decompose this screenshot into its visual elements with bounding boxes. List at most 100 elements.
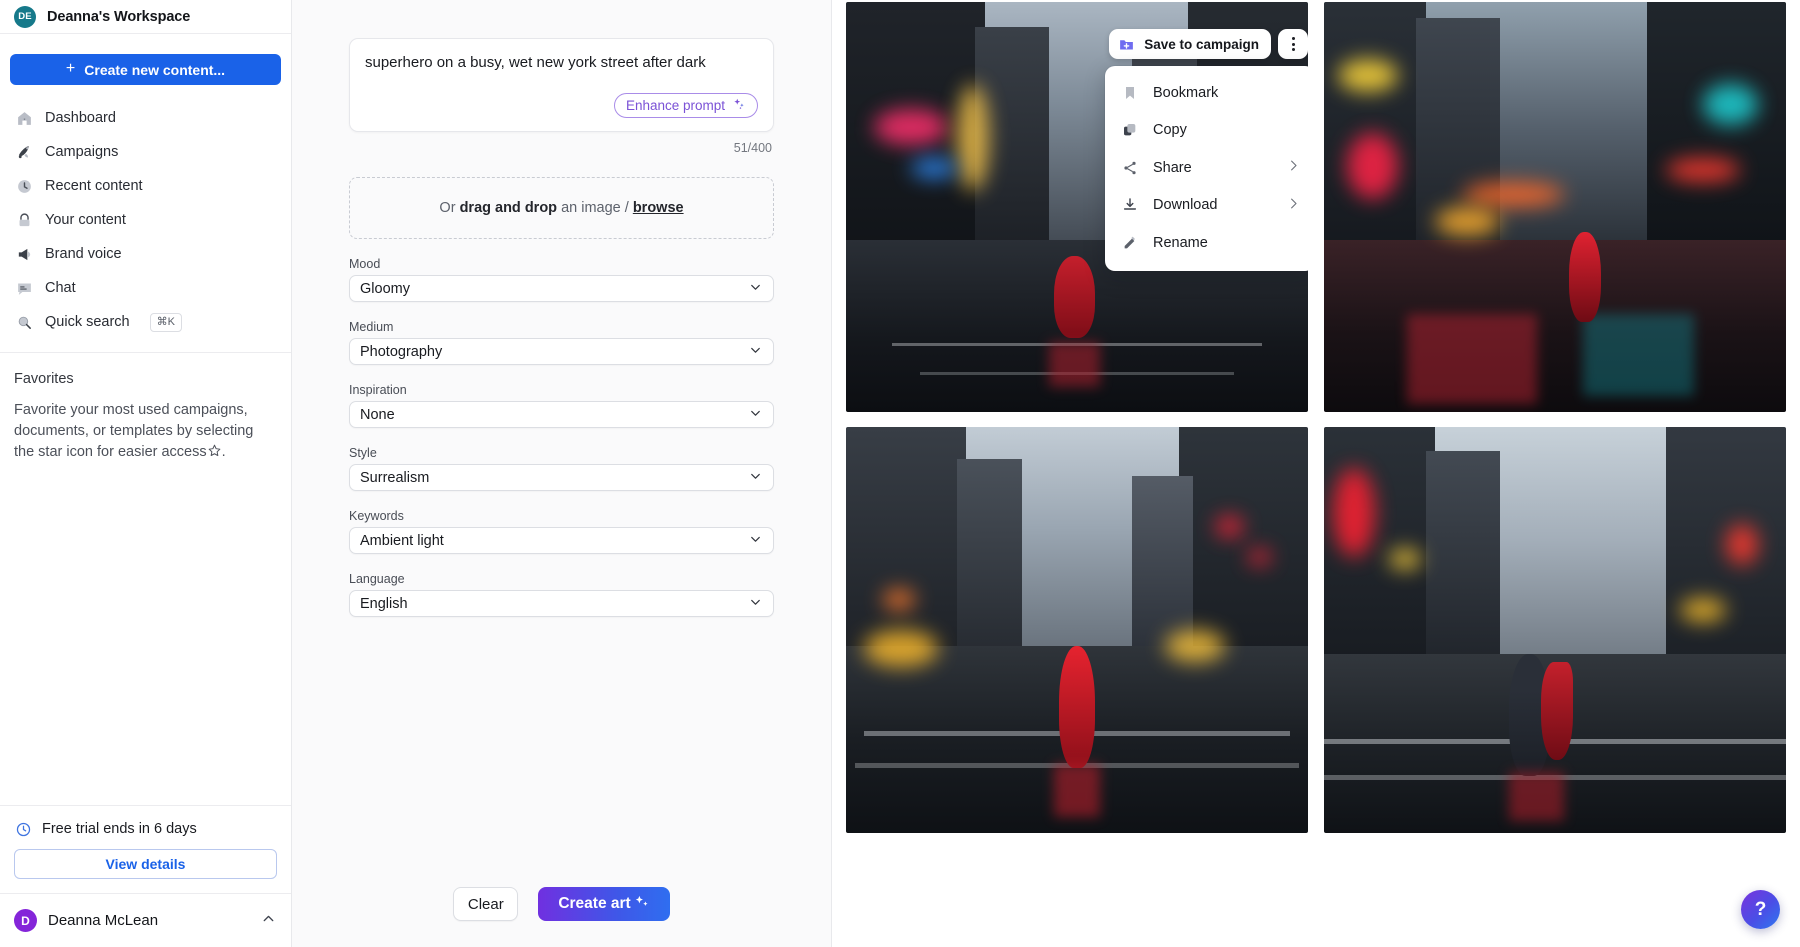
sidebar-item-label: Your content: [45, 212, 126, 228]
chevron-right-icon: [1286, 158, 1301, 177]
download-icon: [1121, 196, 1139, 214]
image-art: [846, 427, 1308, 833]
composer-form: superhero on a busy, wet new york street…: [292, 0, 831, 617]
kebab-dot: [1292, 48, 1295, 51]
sidebar-item-quick-search[interactable]: Quick search ⌘K: [0, 305, 291, 339]
generated-image-1[interactable]: Save to campaign Bookmark: [846, 2, 1308, 412]
keywords-value: Ambient light: [360, 533, 444, 549]
save-to-campaign-button[interactable]: Save to campaign: [1109, 29, 1271, 59]
bookmark-icon: [1121, 84, 1139, 102]
sidebar-item-chat[interactable]: Chat: [0, 271, 291, 305]
campaigns-icon: [15, 143, 33, 161]
create-art-button[interactable]: Create art: [538, 887, 669, 921]
sidebar-item-recent-content[interactable]: Recent content: [0, 169, 291, 203]
sidebar-item-your-content[interactable]: Your content: [0, 203, 291, 237]
field-language: Language English: [349, 572, 774, 617]
context-menu-item-rename[interactable]: Rename: [1105, 224, 1308, 262]
image-art: [1324, 2, 1786, 412]
composer-footer: Clear Create art: [292, 887, 831, 947]
dropzone-middle: an image /: [557, 200, 633, 216]
chat-icon: [15, 279, 33, 297]
view-details-button[interactable]: View details: [14, 849, 277, 879]
copy-icon: [1121, 121, 1139, 139]
home-icon: [15, 109, 33, 127]
context-menu-item-label: Copy: [1153, 122, 1301, 138]
dropzone-prefix: Or: [439, 200, 459, 216]
favorites-description: Favorite your most used campaigns, docum…: [14, 400, 277, 465]
dropzone-text: Or drag and drop an image / browse: [439, 200, 683, 216]
prompt-card: superhero on a busy, wet new york street…: [349, 38, 774, 132]
user-name: Deanna McLean: [48, 912, 249, 929]
medium-value: Photography: [360, 344, 442, 360]
chevron-down-icon: [748, 342, 763, 361]
field-label: Language: [349, 572, 774, 586]
inspiration-select[interactable]: None: [349, 401, 774, 428]
language-select[interactable]: English: [349, 590, 774, 617]
context-menu-item-share[interactable]: Share: [1105, 149, 1308, 187]
search-icon: [15, 313, 33, 331]
image-art: [1324, 427, 1786, 833]
style-value: Surrealism: [360, 470, 429, 486]
quick-search-shortcut: ⌘K: [150, 313, 182, 332]
generated-image-4[interactable]: [1324, 427, 1786, 833]
enhance-prompt-button[interactable]: Enhance prompt: [614, 93, 758, 118]
browse-link[interactable]: browse: [633, 200, 684, 216]
image-context-menu: Bookmark Copy Share: [1105, 66, 1308, 271]
language-value: English: [360, 596, 408, 612]
share-icon: [1121, 159, 1139, 177]
kebab-dot: [1292, 37, 1295, 40]
create-new-content-button[interactable]: + Create new content...: [10, 54, 281, 85]
trial-status: Free trial ends in 6 days: [14, 820, 277, 838]
context-menu-item-copy[interactable]: Copy: [1105, 112, 1308, 150]
field-keywords: Keywords Ambient light: [349, 509, 774, 554]
field-style: Style Surrealism: [349, 446, 774, 491]
sidebar-item-label: Quick search: [45, 314, 130, 330]
chevron-down-icon: [748, 594, 763, 613]
generated-image-3[interactable]: [846, 427, 1308, 833]
chevron-down-icon: [748, 405, 763, 424]
results-gallery: Save to campaign Bookmark: [832, 0, 1800, 947]
generated-image-2[interactable]: [1324, 2, 1786, 412]
medium-select[interactable]: Photography: [349, 338, 774, 365]
field-label: Mood: [349, 257, 774, 271]
char-counter: 51/400: [349, 141, 774, 155]
chevron-up-icon[interactable]: [260, 910, 277, 932]
composer-panel: superhero on a busy, wet new york street…: [292, 0, 832, 947]
favorites-title: Favorites: [14, 371, 277, 387]
chevron-right-icon: [1286, 196, 1301, 215]
workspace-header[interactable]: DE Deanna's Workspace: [0, 0, 291, 34]
dropzone-bold: drag and drop: [460, 200, 557, 216]
field-label: Medium: [349, 320, 774, 334]
star-icon: [207, 443, 222, 465]
clear-button[interactable]: Clear: [453, 887, 518, 921]
field-label: Keywords: [349, 509, 774, 523]
sidebar-item-campaigns[interactable]: Campaigns: [0, 135, 291, 169]
image-dropzone[interactable]: Or drag and drop an image / browse: [349, 177, 774, 239]
field-mood: Mood Gloomy: [349, 257, 774, 302]
more-options-button[interactable]: [1278, 29, 1308, 59]
keywords-select[interactable]: Ambient light: [349, 527, 774, 554]
context-menu-item-download[interactable]: Download: [1105, 187, 1308, 225]
help-button[interactable]: ?: [1741, 890, 1780, 929]
sidebar-item-dashboard[interactable]: Dashboard: [0, 101, 291, 135]
prompt-input[interactable]: superhero on a busy, wet new york street…: [365, 53, 758, 93]
sparkles-icon: [633, 893, 650, 915]
folder-plus-icon: [1118, 36, 1135, 53]
workspace-avatar: DE: [14, 6, 36, 28]
save-to-campaign-label: Save to campaign: [1144, 37, 1259, 52]
field-label: Style: [349, 446, 774, 460]
enhance-prompt-label: Enhance prompt: [626, 98, 725, 113]
workspace-title: Deanna's Workspace: [47, 9, 190, 25]
style-select[interactable]: Surrealism: [349, 464, 774, 491]
user-account-row[interactable]: D Deanna McLean: [0, 893, 291, 947]
chevron-down-icon: [748, 468, 763, 487]
context-menu-item-label: Share: [1153, 160, 1272, 176]
field-inspiration: Inspiration None: [349, 383, 774, 428]
sidebar: DE Deanna's Workspace + Create new conte…: [0, 0, 292, 947]
sidebar-item-label: Chat: [45, 280, 76, 296]
mood-select[interactable]: Gloomy: [349, 275, 774, 302]
chevron-down-icon: [748, 531, 763, 550]
context-menu-item-bookmark[interactable]: Bookmark: [1105, 74, 1308, 112]
context-menu-item-label: Rename: [1153, 235, 1301, 251]
sidebar-item-brand-voice[interactable]: Brand voice: [0, 237, 291, 271]
